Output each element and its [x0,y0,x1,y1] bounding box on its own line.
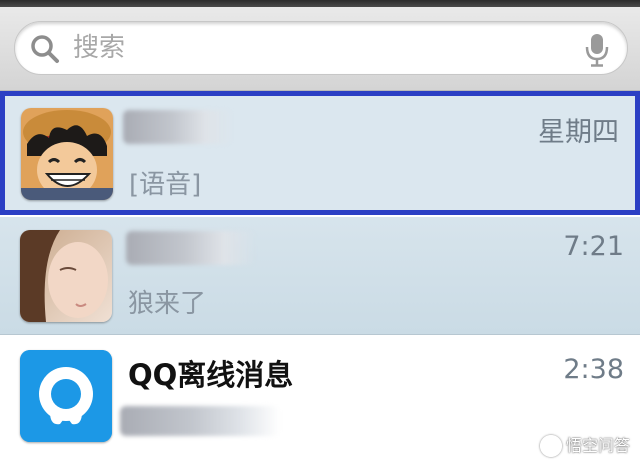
watermark-text: 悟空问答 [565,435,630,455]
status-bar [0,0,640,7]
timestamp: 星期四 [538,117,619,148]
search-placeholder: 搜索 [73,33,126,63]
conversation-item[interactable]: QQ离线消息 2:38 悟空问答 [0,336,640,463]
contact-name: QQ离线消息 [128,358,294,392]
timestamp: 7:21 [563,231,624,262]
search-icon [31,35,59,63]
anime-character-avatar [21,108,113,200]
search-input[interactable]: 搜索 [14,21,628,75]
wukong-logo-icon [539,435,562,457]
message-preview: [语音] [129,170,202,200]
conversation-item[interactable]: 7:21 狼来了 [0,217,640,335]
contact-name-blurred [123,110,233,144]
contact-name-blurred [126,231,256,265]
conversation-item[interactable]: 星期四 [语音] [0,91,640,215]
timestamp: 2:38 [563,354,624,385]
qq-penguin-avatar [20,350,112,442]
message-preview: 狼来了 [128,289,207,319]
microphone-icon[interactable] [585,33,609,67]
girl-photo-avatar [20,230,112,322]
watermark: 悟空问答 [539,432,630,457]
search-bar: 搜索 [0,7,640,91]
message-preview-blurred [120,406,280,436]
